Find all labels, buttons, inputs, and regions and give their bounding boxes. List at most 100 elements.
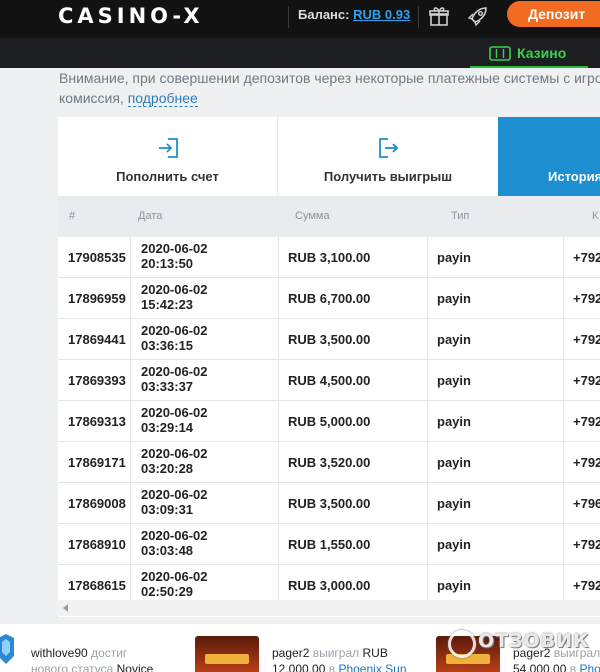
casino-nav-tab[interactable]: Казино xyxy=(470,38,588,68)
cell-id: 17869008 xyxy=(58,483,131,523)
transaction-type: payin xyxy=(437,250,471,265)
tab-withdraw[interactable]: Получить выигрыш xyxy=(278,117,498,196)
cell-type: payin xyxy=(427,565,564,605)
rocket-icon[interactable] xyxy=(466,4,490,28)
transaction-sum: RUB 6,700.00 xyxy=(288,291,371,306)
transaction-account: +792 xyxy=(573,455,600,470)
slot-machine-icon xyxy=(489,46,511,61)
transaction-date: 2020-06-02 xyxy=(141,241,208,256)
transaction-sum: RUB 3,500.00 xyxy=(288,496,371,511)
transaction-time: 20:13:50 xyxy=(141,256,194,271)
transaction-type: payin xyxy=(437,537,471,552)
cell-account: +792 xyxy=(563,319,600,359)
transaction-account: +792 xyxy=(573,373,600,388)
transaction-sum: RUB 3,000.00 xyxy=(288,578,371,593)
cell-date: 2020-06-02 03:09:31 xyxy=(130,483,279,523)
transaction-type: payin xyxy=(437,414,471,429)
feed-user[interactable]: withlove90 xyxy=(31,646,88,660)
transaction-id: 17908535 xyxy=(68,250,126,265)
tab-deposit[interactable]: Пополнить счет xyxy=(58,117,278,196)
notice-line-1: Внимание, при совершении депозитов через… xyxy=(59,70,600,86)
cell-date: 2020-06-02 03:33:37 xyxy=(130,360,279,400)
transaction-account: +796 xyxy=(573,496,600,511)
cell-date: 2020-06-02 02:50:29 xyxy=(130,565,279,605)
cell-date: 2020-06-02 03:36:15 xyxy=(130,319,279,359)
balance-value[interactable]: RUB 0.93 xyxy=(353,7,410,22)
cell-account: +792 xyxy=(563,360,600,400)
transaction-datetime: 2020-06-02 03:03:48 xyxy=(141,528,208,558)
feed-amount: 12,000.00 xyxy=(272,662,326,672)
transaction-id: 17869008 xyxy=(68,496,126,511)
transaction-sum: RUB 1,550.00 xyxy=(288,537,371,552)
cell-account: +792 xyxy=(563,442,600,482)
table-header: # Дата Сумма Тип К xyxy=(58,196,600,237)
transaction-date: 2020-06-02 xyxy=(141,569,208,584)
feed-prep: в xyxy=(328,662,336,672)
transaction-account: +792 xyxy=(573,291,600,306)
transaction-sum: RUB 4,500.00 xyxy=(288,373,371,388)
transaction-id: 17869313 xyxy=(68,414,126,429)
cell-sum: RUB 3,100.00 xyxy=(278,237,428,277)
feed-game-link[interactable]: Phoe xyxy=(579,662,600,672)
cell-type: payin xyxy=(427,442,564,482)
feed-amount: 54,000.00 xyxy=(513,662,567,672)
feed-line2: нового статуса xyxy=(31,662,114,672)
divider xyxy=(418,6,419,28)
transaction-time: 03:36:15 xyxy=(141,338,194,353)
transactions-table-body: 17908535 2020-06-02 20:13:50 RUB 3,100.00 pa… xyxy=(58,237,600,606)
feed-user[interactable]: pager2 xyxy=(272,646,309,660)
transaction-id: 17868615 xyxy=(68,578,126,593)
feed-status: Novice xyxy=(116,662,154,672)
cell-type: payin xyxy=(427,237,564,277)
transaction-sum: RUB 3,520.00 xyxy=(288,455,371,470)
divider xyxy=(288,6,289,28)
col-sum-header: Сумма xyxy=(295,210,330,222)
tab-history-label: История xyxy=(548,169,600,184)
feed-prep: в xyxy=(569,662,577,672)
cell-date: 2020-06-02 20:13:50 xyxy=(130,237,279,277)
cell-account: +792 xyxy=(563,237,600,277)
cell-id: 17908535 xyxy=(58,237,131,277)
cell-sum: RUB 3,500.00 xyxy=(278,319,428,359)
transaction-id: 17896959 xyxy=(68,291,126,306)
feed-game-link[interactable]: Phoenix Sun xyxy=(338,662,406,672)
cell-account: +792 xyxy=(563,278,600,318)
transaction-account: +792 xyxy=(573,578,600,593)
login-arrow-icon xyxy=(158,138,178,158)
cell-id: 17869171 xyxy=(58,442,131,482)
deposit-button[interactable]: Депозит xyxy=(507,1,600,27)
cell-id: 17868615 xyxy=(58,565,131,605)
cell-type: payin xyxy=(427,483,564,523)
cell-date: 2020-06-02 03:20:28 xyxy=(130,442,279,482)
transaction-time: 15:42:23 xyxy=(141,297,194,312)
horizontal-scrollbar[interactable] xyxy=(58,600,600,616)
notice-more-link[interactable]: подробнее xyxy=(127,90,198,107)
scroll-left-icon[interactable] xyxy=(63,604,68,612)
deposit-notice: Внимание, при совершении депозитов через… xyxy=(59,68,600,108)
table-row: 17869393 2020-06-02 03:33:37 RUB 4,500.00 pa… xyxy=(58,360,600,401)
tab-history[interactable]: История xyxy=(498,117,600,196)
transaction-account: +792 xyxy=(573,332,600,347)
casino-x-logo[interactable]: CASINO-X xyxy=(58,4,204,28)
feed-item-win: pager2 выиграл RUB 12,000.00 в Phoenix S… xyxy=(272,645,407,672)
cell-sum: RUB 3,000.00 xyxy=(278,565,428,605)
otzovik-watermark: ОТЗОВИК xyxy=(448,628,598,658)
table-row: 17908535 2020-06-02 20:13:50 RUB 3,100.00 pa… xyxy=(58,237,600,278)
table-row: 17869441 2020-06-02 03:36:15 RUB 3,500.00 pa… xyxy=(58,319,600,360)
col-id-header: # xyxy=(69,210,76,222)
transaction-datetime: 2020-06-02 15:42:23 xyxy=(141,282,208,312)
game-thumbnail[interactable] xyxy=(195,636,259,672)
transaction-sum: RUB 5,000.00 xyxy=(288,414,371,429)
col-type-header: Тип xyxy=(451,210,470,222)
table-row: 17896959 2020-06-02 15:42:23 RUB 6,700.00 pa… xyxy=(58,278,600,319)
cell-date: 2020-06-02 15:42:23 xyxy=(130,278,279,318)
cell-sum: RUB 1,550.00 xyxy=(278,524,428,564)
transaction-id: 17868910 xyxy=(68,537,126,552)
transaction-sum: RUB 3,100.00 xyxy=(288,250,371,265)
cell-type: payin xyxy=(427,524,564,564)
transaction-sum: RUB 3,500.00 xyxy=(288,332,371,347)
col-extra-header: К xyxy=(592,210,599,222)
balance-display: Баланс: RUB 0.93 xyxy=(298,7,410,22)
gift-icon[interactable] xyxy=(427,4,451,28)
balance-label: Баланс: xyxy=(298,7,350,22)
